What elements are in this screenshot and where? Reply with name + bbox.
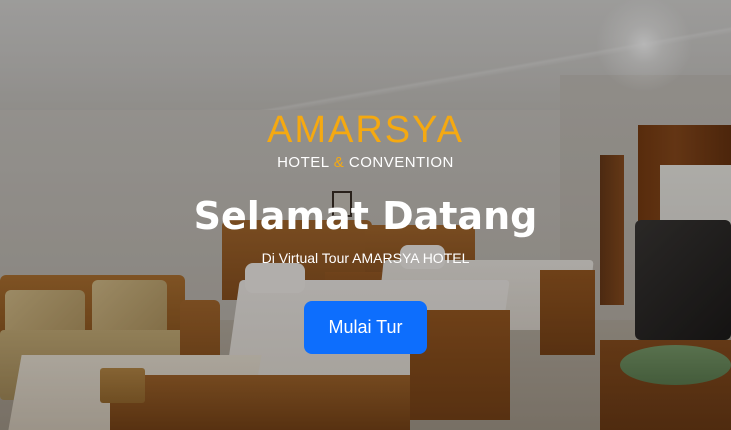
page-title: Selamat Datang <box>193 194 538 238</box>
logo-name: AMARSYA <box>266 109 464 151</box>
hotel-logo: AMARSYA HOTEL & CONVENTION <box>0 108 731 171</box>
logo-ampersand: & <box>333 154 345 171</box>
hero-background: AMARSYA HOTEL & CONVENTION Selamat Datan… <box>0 0 731 430</box>
start-tour-button[interactable]: Mulai Tur <box>304 301 427 354</box>
logo-sub-part: HOTEL <box>277 154 334 171</box>
logo-subtitle: HOTEL & CONVENTION <box>0 154 731 171</box>
page-subtitle: Di Virtual Tour AMARSYA HOTEL <box>261 250 470 266</box>
logo-sub-part: CONVENTION <box>344 154 454 171</box>
